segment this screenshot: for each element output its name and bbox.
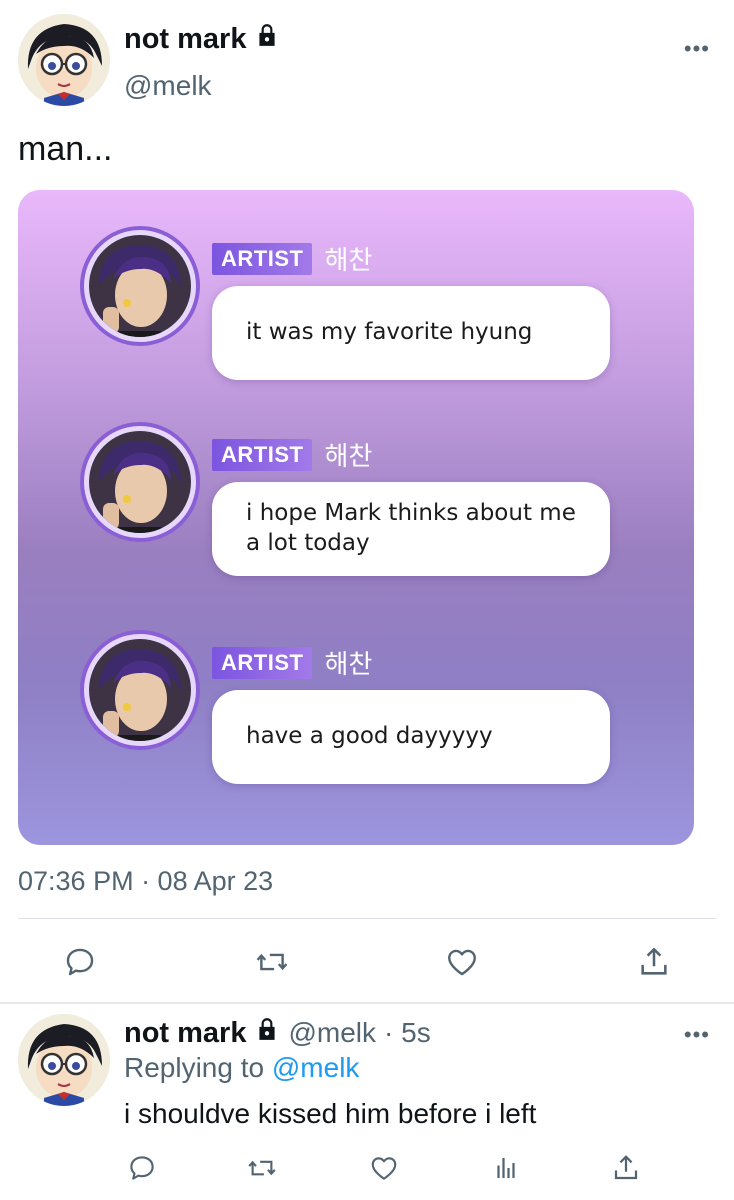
message-bubble: have a good dayyyyy [212, 690, 610, 784]
more-dots-icon[interactable]: ••• [684, 1022, 710, 1048]
message-bubble: it was my favorite hyung [212, 286, 610, 380]
share-icon[interactable] [636, 944, 672, 980]
like-icon[interactable] [444, 944, 480, 980]
reply-time[interactable]: · 5s [384, 1017, 431, 1049]
more-dots-icon[interactable]: ••• [684, 36, 710, 62]
artist-label-row: ARTIST 해찬 [212, 436, 372, 473]
reply-icon[interactable] [124, 1150, 160, 1186]
replying-to-line: Replying to @melk [124, 1052, 359, 1084]
author-handle[interactable]: @melk [124, 70, 212, 102]
message-bubble: i hope Mark thinks about me a lot today [212, 482, 610, 576]
artist-name: 해찬 [324, 442, 373, 472]
artist-avatar [80, 422, 200, 542]
views-icon[interactable] [488, 1150, 524, 1186]
reply-text: i shouldve kissed him before i left [124, 1098, 537, 1129]
tweet-text: man... [18, 130, 113, 168]
tweet-timestamp[interactable]: 07:36 PM · 08 Apr 23 [18, 866, 273, 897]
artist-avatar [80, 226, 200, 346]
reply-icon[interactable] [62, 944, 98, 980]
artist-badge: ARTIST [212, 646, 313, 679]
retweet-icon[interactable] [244, 1150, 280, 1186]
artist-label-row: ARTIST 해찬 [212, 240, 372, 277]
artist-label-row: ARTIST 해찬 [212, 644, 372, 681]
replying-prefix: Replying to [124, 1052, 265, 1083]
reply-author-avatar[interactable] [18, 1014, 110, 1106]
tweet-separator [0, 1002, 734, 1004]
artist-avatar [80, 630, 200, 750]
artist-name: 해찬 [324, 650, 373, 680]
artist-message: ARTIST 해찬 have a good dayyyyy [18, 594, 694, 784]
artist-message: ARTIST 해찬 it was my favorite hyung [18, 190, 694, 380]
replying-mention-link[interactable]: @melk [272, 1052, 360, 1083]
author-name-row[interactable]: not mark [124, 22, 280, 56]
artist-badge: ARTIST [212, 438, 313, 471]
lock-icon [254, 22, 280, 56]
reply-author-handle[interactable]: @melk [288, 1017, 376, 1049]
divider [18, 918, 716, 919]
reply-author-name[interactable]: not mark [124, 1017, 246, 1050]
tweet-image-card[interactable]: ARTIST 해찬 it was my favorite hyung ARTIS… [18, 190, 694, 845]
lock-icon [254, 1016, 280, 1050]
artist-name: 해찬 [324, 246, 373, 276]
reply-author-row: not mark @melk · 5s [124, 1016, 431, 1050]
author-name[interactable]: not mark [124, 23, 246, 56]
like-icon[interactable] [366, 1150, 402, 1186]
retweet-icon[interactable] [254, 944, 290, 980]
artist-message: ARTIST 해찬 i hope Mark thinks about me a … [18, 386, 694, 576]
share-icon[interactable] [608, 1150, 644, 1186]
author-avatar[interactable] [18, 14, 110, 106]
artist-badge: ARTIST [212, 242, 313, 275]
